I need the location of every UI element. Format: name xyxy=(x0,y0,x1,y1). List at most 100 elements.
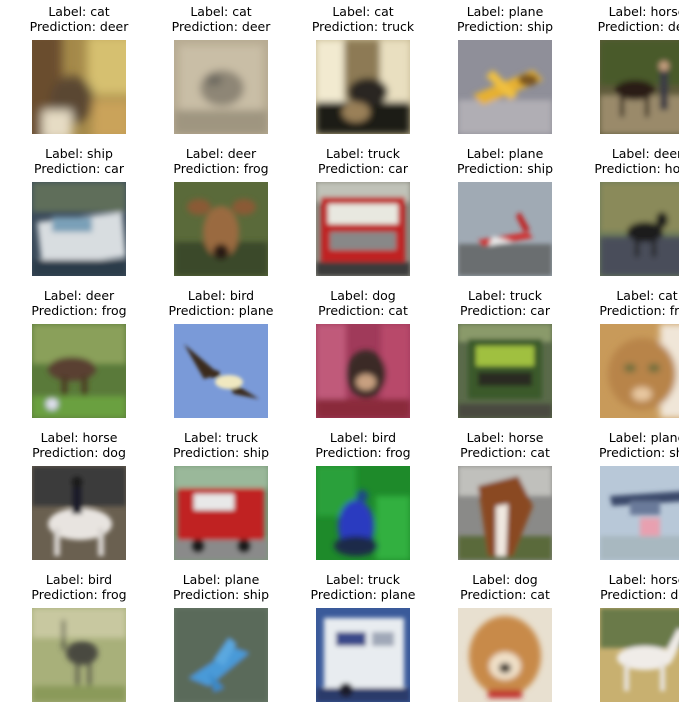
true-label: Label: plane xyxy=(182,572,260,587)
grid-cell: Label: cat Prediction: deer xyxy=(150,4,292,146)
prediction-label: Prediction: cat xyxy=(318,303,408,318)
prediction-label: Prediction: ship xyxy=(598,445,679,460)
thumbnail-image xyxy=(174,182,268,276)
thumbnail-cat-indoor-warm xyxy=(32,40,126,134)
thumbnail-truck-fire-red xyxy=(316,182,410,276)
thumbnail-image xyxy=(600,182,679,276)
true-label: Label: truck xyxy=(184,430,258,445)
thumbnail-dog-pink xyxy=(316,324,410,418)
true-label: Label: dog xyxy=(330,288,396,303)
true-label: Label: deer xyxy=(185,146,257,161)
thumbnail-bird-ostrich xyxy=(32,608,126,702)
prediction-label: Prediction: deer xyxy=(171,19,271,34)
true-label: Label: bird xyxy=(329,430,397,445)
prediction-label: Prediction: ship xyxy=(172,587,270,602)
true-label: Label: cat xyxy=(332,4,394,19)
thumbnail-plane-seaplane xyxy=(600,466,679,560)
grid-cell: Label: bird Prediction: frog xyxy=(8,572,150,714)
true-label: Label: deer xyxy=(611,146,679,161)
grid-cell: Label: planePrediction: ship xyxy=(150,572,292,714)
prediction-label: Prediction: truck xyxy=(311,19,415,34)
true-label: Label: plane xyxy=(608,430,679,445)
thumbnail-cat-window xyxy=(316,40,410,134)
grid-cell: Label: deer Prediction: frog xyxy=(150,146,292,288)
grid-cell: Label: horsePrediction: deer xyxy=(576,4,679,146)
true-label: Label: truck xyxy=(326,146,400,161)
true-label: Label: bird xyxy=(45,572,113,587)
true-label: Label: cat xyxy=(48,4,110,19)
prediction-label: Prediction: car xyxy=(318,161,408,176)
grid-cell: Label: dog Prediction: cat xyxy=(434,572,576,714)
thumbnail-cat-pale-box xyxy=(174,40,268,134)
thumbnail-truck-fire-red-2 xyxy=(174,466,268,560)
grid-cell: Label: catPrediction: frog xyxy=(576,288,679,430)
thumbnail-horse-head-brown xyxy=(458,466,552,560)
thumbnail-plane-blue-jet xyxy=(174,608,268,702)
thumbnail-image xyxy=(316,466,410,560)
thumbnail-image xyxy=(458,40,552,134)
thumbnail-image xyxy=(32,40,126,134)
thumbnail-image xyxy=(32,608,126,702)
thumbnail-image xyxy=(600,608,679,702)
thumbnail-bird-peacock xyxy=(316,466,410,560)
grid-cell: Label: bird Prediction: plane xyxy=(150,288,292,430)
grid-cell: Label: truck Prediction: car xyxy=(292,146,434,288)
grid-cell: Label: horsePrediction: dog xyxy=(576,572,679,714)
prediction-label: Prediction: car xyxy=(34,161,124,176)
thumbnail-plane-toy-yellow xyxy=(458,40,552,134)
true-label: Label: deer xyxy=(43,288,115,303)
true-label: Label: plane xyxy=(466,146,544,161)
grid-cell: Label: cat Prediction: truck xyxy=(292,4,434,146)
image-grid: Label: cat Prediction: deer Label: cat Pre… xyxy=(0,0,679,706)
thumbnail-image xyxy=(174,324,268,418)
true-label: Label: cat xyxy=(190,4,252,19)
thumbnail-image xyxy=(458,608,552,702)
grid-cell: Label: planePrediction: ship xyxy=(434,4,576,146)
thumbnail-bird-sky xyxy=(174,324,268,418)
prediction-label: Prediction: dog xyxy=(600,587,679,602)
thumbnail-truck-white-box xyxy=(316,608,410,702)
prediction-label: Prediction: car xyxy=(460,303,550,318)
grid-cell: Label: deerPrediction: horse xyxy=(576,146,679,288)
true-label: Label: horse xyxy=(608,572,679,587)
true-label: Label: cat xyxy=(616,288,678,303)
prediction-label: Prediction: deer xyxy=(29,19,129,34)
thumbnail-image xyxy=(316,608,410,702)
thumbnail-image xyxy=(316,324,410,418)
thumbnail-image xyxy=(174,466,268,560)
thumbnail-plane-red-tail xyxy=(458,182,552,276)
prediction-label: Prediction: deer xyxy=(597,19,679,34)
true-label: Label: ship xyxy=(45,146,113,161)
thumbnail-image xyxy=(174,40,268,134)
prediction-label: Prediction: dog xyxy=(32,445,126,460)
true-label: Label: horse xyxy=(608,4,679,19)
prediction-label: Prediction: frog xyxy=(31,303,127,318)
prediction-label: Prediction: frog xyxy=(173,161,269,176)
grid-cell: Label: ship Prediction: car xyxy=(8,146,150,288)
thumbnail-image xyxy=(174,608,268,702)
prediction-label: Prediction: plane xyxy=(310,587,416,602)
thumbnail-cat-closeup-orange xyxy=(600,324,679,418)
grid-cell: Label: truck Prediction: car xyxy=(434,288,576,430)
true-label: Label: dog xyxy=(472,572,538,587)
true-label: Label: truck xyxy=(326,572,400,587)
true-label: Label: truck xyxy=(468,288,542,303)
thumbnail-image xyxy=(600,324,679,418)
thumbnail-horse-white-field xyxy=(600,608,679,702)
thumbnail-image xyxy=(458,466,552,560)
true-label: Label: bird xyxy=(187,288,255,303)
thumbnail-image xyxy=(458,182,552,276)
thumbnail-truck-green xyxy=(458,324,552,418)
thumbnail-ship-white-boat xyxy=(32,182,126,276)
true-label: Label: plane xyxy=(466,4,544,19)
thumbnail-horse-with-person xyxy=(600,40,679,134)
thumbnail-image xyxy=(32,324,126,418)
grid-cell: Label: horse Prediction: cat xyxy=(434,430,576,572)
prediction-label: Prediction: cat xyxy=(460,445,550,460)
grid-cell: Label: dog Prediction: cat xyxy=(292,288,434,430)
prediction-label: Prediction: ship xyxy=(456,161,554,176)
true-label: Label: horse xyxy=(40,430,118,445)
thumbnail-image xyxy=(32,182,126,276)
grid-cell: Label: planePrediction: ship xyxy=(576,430,679,572)
prediction-label: Prediction: frog xyxy=(31,587,127,602)
